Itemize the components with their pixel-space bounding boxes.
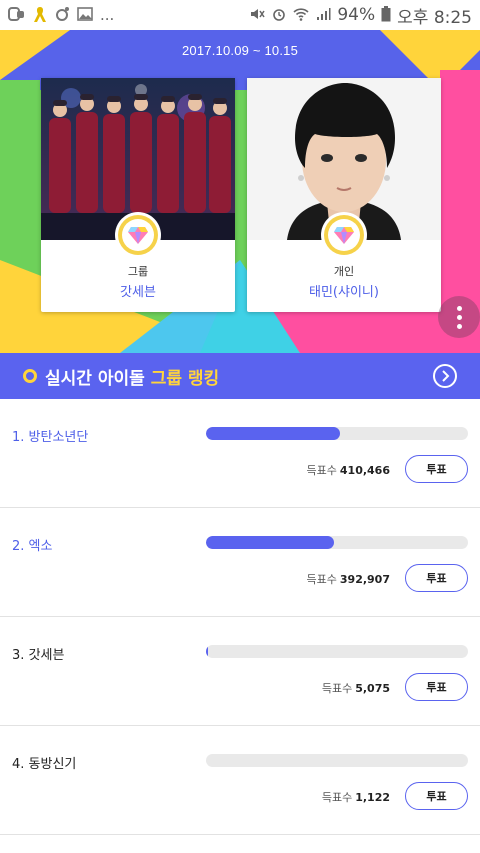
vote-count-value: 392,907 <box>339 573 390 586</box>
ranking-row: 1. 방탄소년단 득표수 410,466 투표 <box>0 399 480 508</box>
vote-count: 득표수 410,466 <box>307 462 390 478</box>
vote-count-label: 득표수 <box>306 573 337 586</box>
vote-count: 득표수 5,075 <box>322 680 390 696</box>
battery-icon <box>381 5 391 25</box>
ranking-row: 2. 엑소 득표수 392,907 투표 <box>0 508 480 617</box>
dot-icon <box>456 305 462 311</box>
battery-percent: 94% <box>337 5 376 25</box>
ranking-row: 3. 갓세븐 득표수 5,075 투표 <box>0 617 480 726</box>
weekly-winner-banner: 2017.10.09 ~ 10.15 그룹 갓세븐 개인 태민(샤이니) <box>0 30 480 353</box>
vote-button[interactable]: 투표 <box>405 782 468 810</box>
mute-icon <box>249 6 265 25</box>
diamond-badge-icon <box>118 215 158 255</box>
vote-count-label: 득표수 <box>321 682 353 695</box>
vote-count: 득표수 1,122 <box>322 789 390 805</box>
sync-icon <box>54 6 70 25</box>
vote-button[interactable]: 투표 <box>405 455 468 483</box>
vote-button[interactable]: 투표 <box>405 564 468 592</box>
individual-category-label: 개인 <box>333 265 355 278</box>
vote-count: 득표수 392,907 <box>307 571 390 587</box>
rank-name: 1. 방탄소년단 <box>12 430 89 445</box>
signal-icon <box>315 6 331 25</box>
chevron-right-icon[interactable] <box>433 364 457 388</box>
vote-share-bar <box>206 536 468 549</box>
vote-share-fill <box>206 645 208 658</box>
vote-count-value: 5,075 <box>355 682 390 695</box>
rank-name: 2. 엑소 <box>12 539 53 554</box>
status-bar: ... 94% 오후 8:25 <box>0 0 480 30</box>
ranking-title: 실시간 아이돌 그룹 랭킹 <box>45 364 219 389</box>
more-options-button[interactable] <box>438 296 480 338</box>
vote-share-fill <box>206 536 335 549</box>
rank-name: 3. 갓세븐 <box>12 648 65 663</box>
more-notifications: ... <box>100 5 115 24</box>
rank-name: 4. 동방신기 <box>12 757 77 772</box>
vote-share-fill <box>206 427 340 440</box>
alarm-icon <box>271 6 287 25</box>
dot-icon <box>456 314 462 320</box>
individual-winner-name: 태민(샤이니) <box>309 285 379 300</box>
vote-share-bar <box>206 427 468 440</box>
ranking-title-highlight: 그룹 랭킹 <box>150 369 220 389</box>
ring-bullet-icon <box>23 369 37 383</box>
notification-app-icon <box>8 6 26 25</box>
individual-winner-card[interactable]: 개인 태민(샤이니) <box>247 78 441 312</box>
ranking-row: 4. 동방신기 득표수 1,122 투표 <box>0 726 480 835</box>
vote-button[interactable]: 투표 <box>405 673 468 701</box>
group-winner-name: 갓세븐 <box>120 285 156 300</box>
vote-count-value: 1,122 <box>355 791 390 804</box>
wifi-icon <box>293 6 309 25</box>
group-category-label: 그룹 <box>127 265 149 278</box>
vote-count-label: 득표수 <box>321 791 353 804</box>
ranking-header[interactable]: 실시간 아이돌 그룹 랭킹 <box>0 353 480 399</box>
vote-share-bar <box>206 754 468 767</box>
vote-share-bar <box>206 645 468 658</box>
dot-icon <box>456 323 462 329</box>
voting-period: 2017.10.09 ~ 10.15 <box>181 43 298 58</box>
ribbon-icon <box>33 5 47 26</box>
vote-count-label: 득표수 <box>306 464 337 477</box>
gallery-icon <box>77 6 93 24</box>
diamond-badge-icon <box>324 215 364 255</box>
vote-count-value: 410,466 <box>339 464 390 477</box>
ranking-title-plain: 실시간 아이돌 <box>45 369 151 389</box>
clock-time: 오후 8:25 <box>397 7 472 28</box>
ranking-list: 1. 방탄소년단 득표수 410,466 투표 2. 엑소 득표수 392,907 … <box>0 399 480 835</box>
group-winner-card[interactable]: 그룹 갓세븐 <box>41 78 235 312</box>
